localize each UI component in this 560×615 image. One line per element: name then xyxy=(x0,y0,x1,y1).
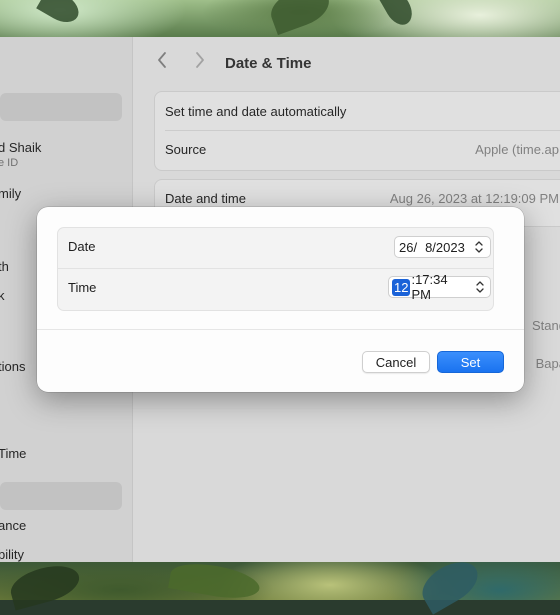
time-stepper-arrows[interactable] xyxy=(474,278,487,296)
date-stepper[interactable]: 26/ 8/2023 xyxy=(394,236,491,258)
date-month-year-segment[interactable]: 8/2023 xyxy=(424,240,466,255)
dialog-fields-divider xyxy=(58,268,493,269)
wallpaper-leaf xyxy=(168,558,262,604)
cancel-button[interactable]: Cancel xyxy=(362,351,430,373)
chevron-up-down-icon xyxy=(475,241,483,253)
set-button[interactable]: Set xyxy=(437,351,504,373)
dialog-separator xyxy=(37,329,524,330)
wallpaper-leaf xyxy=(378,0,418,30)
date-stepper-arrows[interactable] xyxy=(472,238,486,256)
set-date-time-dialog: Date 26/ 8/2023 Time 12 :17:34 PM Cancel… xyxy=(37,207,524,392)
time-label: Time xyxy=(68,280,97,295)
time-stepper[interactable]: 12 :17:34 PM xyxy=(388,272,491,302)
wallpaper-leaf xyxy=(36,0,84,29)
dialog-fields-group: Date 26/ 8/2023 Time 12 :17:34 PM xyxy=(57,227,494,311)
wallpaper-leaf xyxy=(6,559,84,611)
time-minutes-seconds-segment[interactable]: :17:34 PM xyxy=(410,272,467,302)
date-day-segment[interactable]: 26/ xyxy=(398,240,418,255)
date-label: Date xyxy=(68,239,96,254)
time-hour-segment[interactable]: 12 xyxy=(392,278,411,296)
chevron-up-down-icon xyxy=(476,281,485,293)
wallpaper-leaf xyxy=(415,553,485,615)
wallpaper-leaf xyxy=(265,0,335,36)
